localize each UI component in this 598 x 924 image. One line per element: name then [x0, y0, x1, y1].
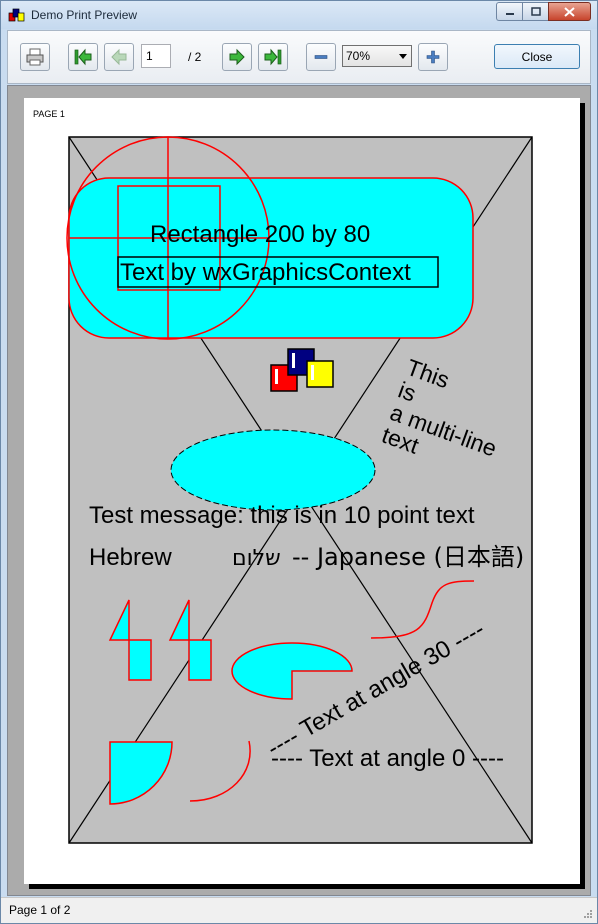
print-button[interactable] [20, 43, 50, 71]
chevron-down-icon [399, 54, 407, 59]
next-page-icon [229, 48, 245, 66]
preview-canvas[interactable]: PAGE 1 Rectangle 200 by 80 Text by wxGra… [7, 85, 591, 896]
gc-text: Text by wxGraphicsContext [120, 259, 411, 286]
printer-icon [26, 48, 44, 66]
print-preview-window: Demo Print Preview 1 / 2 70% Close PAGE … [0, 0, 598, 924]
test-message: Test message: this is in 10 point text [89, 502, 475, 529]
page-drawing: Rectangle 200 by 80 Text by wxGraphicsCo… [66, 136, 533, 844]
preview-toolbar: / 2 70% Close [7, 30, 591, 84]
close-window-button[interactable] [548, 2, 591, 21]
zoom-in-icon [426, 50, 440, 64]
first-page-icon [74, 48, 92, 66]
preview-page: PAGE 1 Rectangle 200 by 80 Text by wxGra… [24, 98, 580, 884]
hebrew-label: Hebrew [89, 544, 172, 571]
previous-page-icon [111, 48, 127, 66]
close-x-icon [564, 6, 575, 17]
dashed-ellipse [170, 429, 376, 511]
resize-grip-icon[interactable] [583, 909, 593, 919]
rounded-rectangle [68, 177, 474, 339]
zoom-out-icon [314, 55, 328, 59]
close-button[interactable]: Close [494, 44, 580, 69]
page-number-input[interactable] [141, 44, 171, 68]
previous-page-button[interactable] [104, 43, 134, 71]
page-total: / 2 [188, 50, 202, 64]
zoom-select[interactable]: 70% [342, 45, 412, 67]
zoom-in-button[interactable] [418, 43, 448, 71]
minimize-icon [505, 12, 514, 15]
status-text: Page 1 of 2 [9, 903, 71, 917]
maximize-icon [530, 7, 541, 16]
zoom-out-button[interactable] [306, 43, 336, 71]
title-bar: Demo Print Preview [1, 1, 597, 29]
maximize-button[interactable] [522, 2, 548, 21]
status-bar: Page 1 of 2 [1, 897, 597, 923]
window-title: Demo Print Preview [31, 8, 138, 22]
minimize-button[interactable] [496, 2, 522, 21]
last-page-icon [264, 48, 282, 66]
rectangle-caption: Rectangle 200 by 80 [150, 221, 370, 248]
last-page-button[interactable] [258, 43, 288, 71]
zoom-value: 70% [346, 49, 371, 63]
japanese-text: -- Japanese (日本語) [292, 543, 524, 571]
next-page-button[interactable] [222, 43, 252, 71]
hebrew-text: שלום [232, 546, 281, 571]
angle-0-text: ---- Text at angle 0 ---- [271, 745, 504, 772]
window-controls [496, 2, 591, 21]
first-page-button[interactable] [68, 43, 98, 71]
app-icon [8, 8, 25, 22]
